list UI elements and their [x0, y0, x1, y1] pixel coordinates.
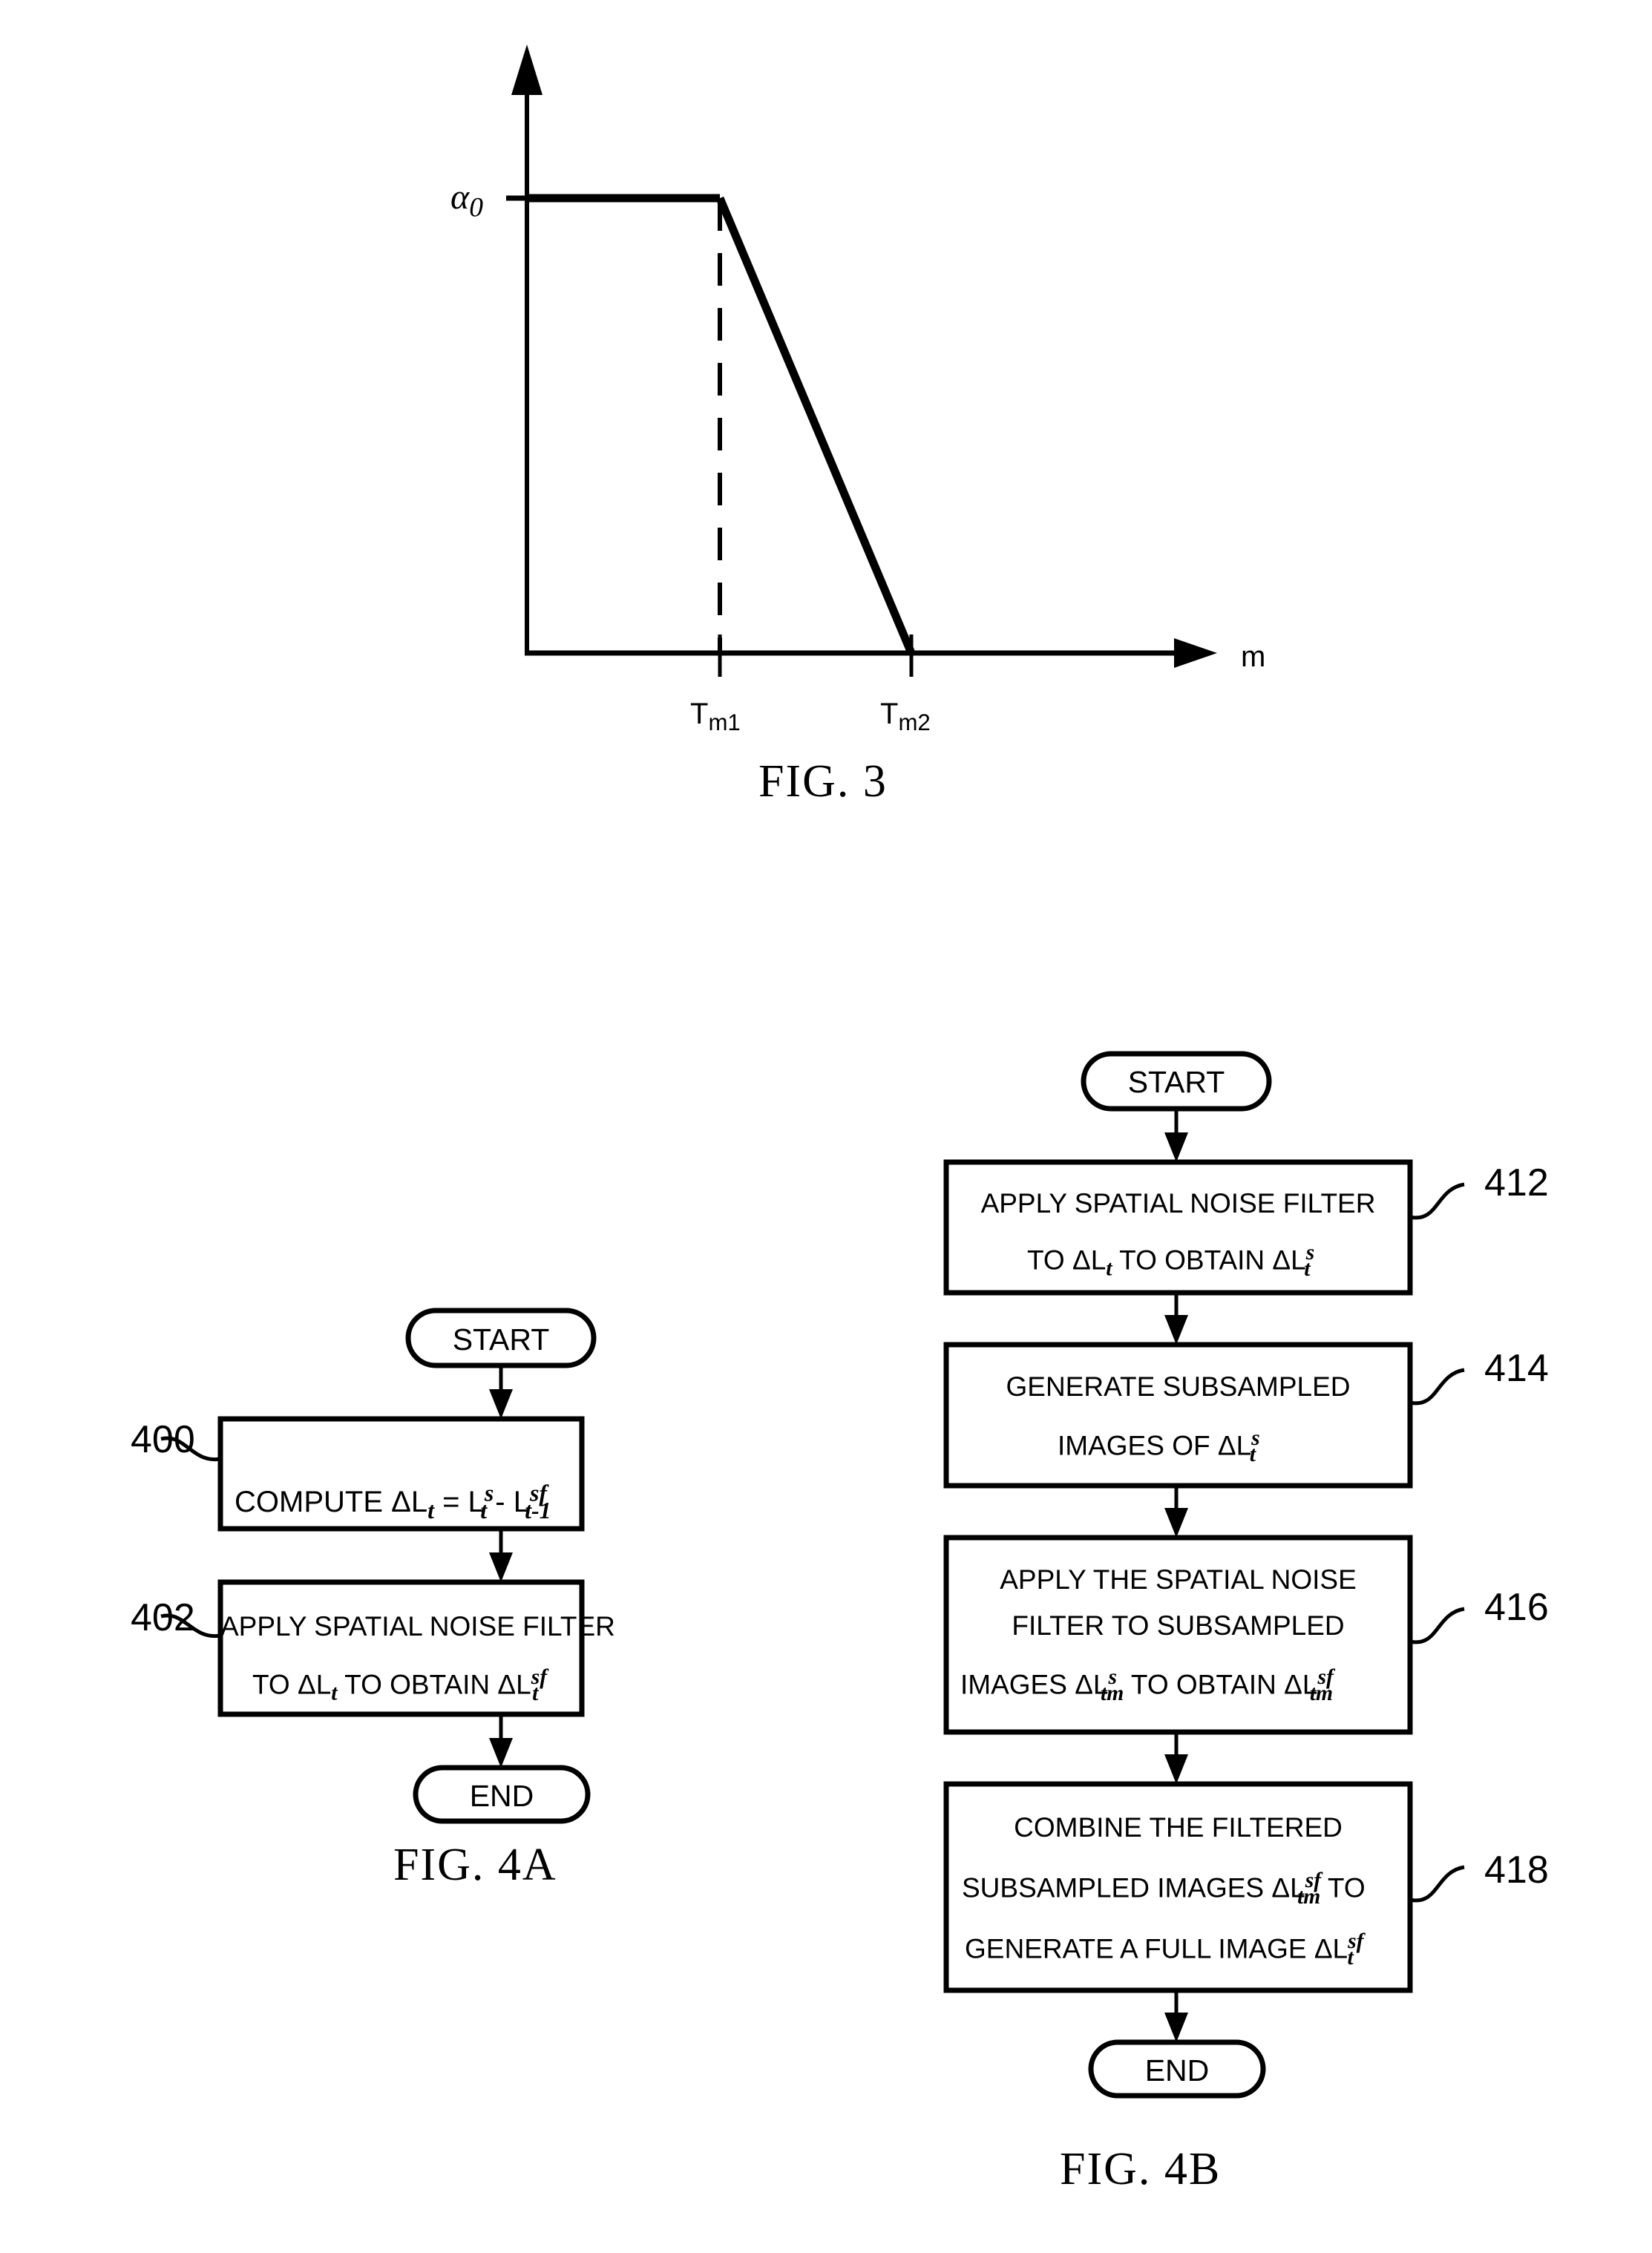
x-tick-label-tm1-sub: m1 — [708, 709, 741, 735]
fig4a-start-label: START — [452, 1322, 550, 1357]
fig4a-arrowhead-3 — [489, 1738, 513, 1768]
fig4b-arrowhead-1 — [1164, 1132, 1188, 1162]
fig4a-step-402-line-1: APPLY SPATIAL NOISE FILTER — [220, 1611, 615, 1642]
fig4b-start-label: START — [1127, 1065, 1225, 1099]
x-axis-label: m — [1241, 640, 1265, 674]
fig4b-arrowhead-5 — [1164, 2013, 1188, 2042]
fig4b-step-418-line-1: COMBINE THE FILTERED — [1014, 1812, 1343, 1843]
fig4b-ref-414: 414 — [1484, 1347, 1549, 1390]
fig4b-ref-416: 416 — [1484, 1586, 1549, 1629]
fig4a-arrowhead-2 — [489, 1552, 513, 1582]
fig4b-leader-414 — [1409, 1368, 1465, 1406]
y-axis-label-symbol: α — [450, 177, 470, 217]
fig4b-step-416-line-3: IMAGES ΔLstm TO OBTAIN ΔLsftm — [960, 1665, 1334, 1705]
y-axis-label-subscript: 0 — [469, 192, 483, 223]
fig4b-step-418-line-2: SUBSAMPLED IMAGES ΔLsftm TO — [962, 1869, 1366, 1909]
y-axis-label: α0 — [450, 177, 483, 224]
fig4b-end-label: END — [1144, 2053, 1210, 2088]
y-axis-arrowhead — [511, 45, 543, 95]
curve-ramp — [715, 196, 916, 655]
fig4b-ref-412: 412 — [1484, 1161, 1549, 1204]
fig4a-ref-400: 400 — [131, 1418, 195, 1461]
fig3-graph — [506, 45, 1217, 677]
fig4a-step-400-line-1: COMPUTE ΔLt = Lst - Lsft-1 — [235, 1480, 551, 1524]
fig4a-caption: FIG. 4A — [393, 1840, 557, 1890]
fig4a-ref-402: 402 — [131, 1596, 195, 1639]
fig4b-ref-418: 418 — [1484, 1849, 1549, 1892]
fig4b-step-412-line-2: TO ΔLt TO OBTAIN ΔLst — [1027, 1241, 1315, 1281]
x-axis-label-text: m — [1241, 640, 1266, 673]
x-tick-label-tm2: Tm2 — [880, 698, 931, 736]
fig4a-arrowhead-1 — [489, 1389, 513, 1419]
fig4b-step-416-line-1: APPLY THE SPATIAL NOISE — [1000, 1564, 1357, 1595]
fig4a-step-402-line-2: TO ΔLt TO OBTAIN ΔLsft — [252, 1665, 548, 1705]
x-tick-label-tm2-sub: m2 — [898, 709, 931, 735]
x-tick-label-tm1: Tm1 — [690, 698, 741, 736]
fig4b-caption: FIG. 4B — [1060, 2144, 1222, 2194]
fig4b-arrowhead-2 — [1164, 1315, 1188, 1345]
fig4b-leader-412 — [1409, 1182, 1465, 1220]
fig4a-end-label: END — [469, 1779, 534, 1813]
x-axis-arrowhead — [1174, 638, 1217, 668]
fig4b-step-414-line-2: IMAGES OF ΔLst — [1058, 1426, 1260, 1466]
patent-drawing-sheet: α0 m Tm1 Tm2 FIG. 3 START 400 COMPUTE ΔL… — [0, 0, 1652, 2253]
x-tick-label-tm2-main: T — [880, 698, 899, 730]
fig4b-step-418-line-3: GENERATE A FULL IMAGE ΔLsft — [965, 1929, 1364, 1970]
fig4b-step-416-line-2: FILTER TO SUBSAMPLED — [1012, 1610, 1345, 1641]
fig4a-step-400-text: COMPUTE ΔLt = Lst - Lsft-1 — [235, 1480, 551, 1524]
fig4b-step-412-line-1: APPLY SPATIAL NOISE FILTER — [980, 1188, 1376, 1219]
fig4b-step-414-line-1: GENERATE SUBSAMPLED — [1006, 1371, 1351, 1402]
fig4b-arrowhead-3 — [1164, 1508, 1188, 1538]
x-tick-label-tm1-main: T — [690, 698, 709, 730]
fig4b-leader-416 — [1409, 1607, 1465, 1644]
fig4b-arrowhead-4 — [1164, 1754, 1188, 1784]
fig3-caption: FIG. 3 — [758, 756, 888, 807]
fig4b-leader-418 — [1409, 1865, 1465, 1903]
